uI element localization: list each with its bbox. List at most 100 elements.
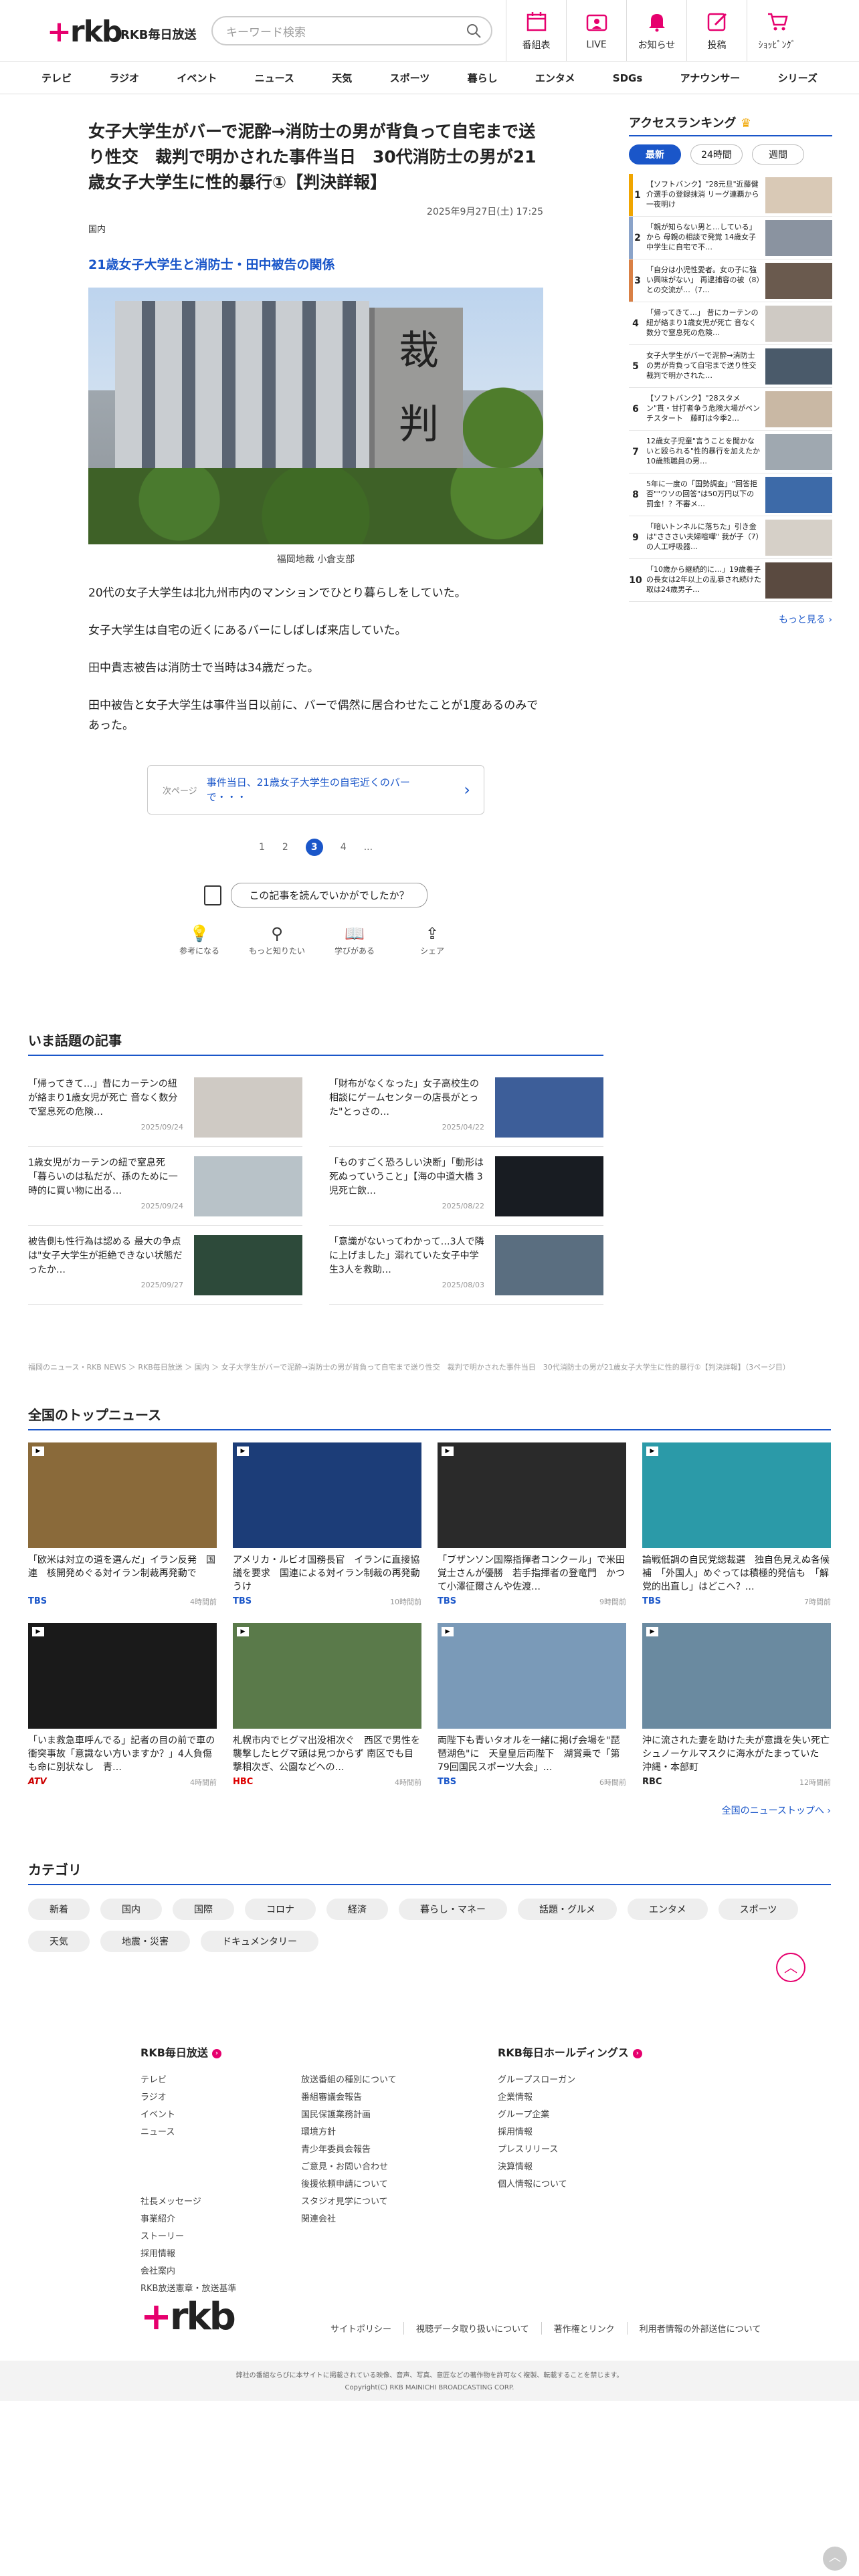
national-news-more-link[interactable]: 全国のニューストップへ › (28, 1804, 831, 1817)
page-link[interactable]: 4 (341, 842, 347, 853)
footer-link[interactable]: ストーリー (140, 2228, 236, 2246)
footer-link[interactable]: ご意見・お問い合わせ (301, 2159, 397, 2176)
footer-link[interactable]: 関連会社 (301, 2211, 397, 2228)
gnav-event[interactable]: イベント (163, 62, 230, 94)
footer-link[interactable]: ラジオ (140, 2089, 236, 2107)
national-news-card[interactable]: ▶ 「いま救急車呼んでる」記者の目の前で車の衝突事故「意識ない方いますか？」4人負… (28, 1623, 217, 1788)
ranking-item[interactable]: 7 12歳女子児童"言うことを聞かないと殴られる"性的暴行を加えたか10歳熊職員の… (629, 431, 832, 473)
gnav-sdgs[interactable]: SDGs (599, 62, 656, 94)
category-chip[interactable]: ドキュメンタリー (201, 1931, 318, 1952)
ranking-tab-24h[interactable]: 24時間 (690, 144, 743, 165)
footer-link[interactable]: グループ企業 (498, 2107, 642, 2124)
brand-name[interactable]: RKB毎日放送 (120, 25, 197, 43)
footer-link[interactable]: 採用情報 (140, 2246, 236, 2263)
trending-item[interactable]: 1歳女児がカーテンの紐で窒息死「暮らいのは私だが、孫のために一時的に買い物に出る… (28, 1147, 302, 1226)
footer-link[interactable]: 後援依頼申請について (301, 2176, 397, 2193)
gnav-series[interactable]: シリーズ (765, 62, 831, 94)
footer-policy-link[interactable]: 著作権とリンク (541, 2322, 627, 2335)
footer-heading[interactable]: RKB毎日ホールディングス › (498, 2044, 642, 2060)
search-input[interactable]: キーワード検索 (211, 16, 492, 45)
trending-item[interactable]: 「意識がないってわかって…3人で隣に上げました」溺れていた女子中学生3人を救助…… (329, 1226, 603, 1305)
category-chip[interactable]: 話題・グルメ (518, 1899, 617, 1920)
national-news-card[interactable]: ▶ 「欧米は対立の道を選んだ」イラン反発 国連 核開発めぐる対イラン制裁再発動で T… (28, 1442, 217, 1607)
breadcrumb[interactable]: 福岡のニュース・RKB NEWS ＞ RKB毎日放送 ＞ 国内 ＞ 女子大学生が… (28, 1362, 831, 1374)
ranking-more-link[interactable]: もっと見る › (629, 613, 832, 626)
category-chip[interactable]: 天気 (28, 1931, 90, 1952)
article-category[interactable]: 国内 (88, 222, 543, 235)
ranking-item[interactable]: 3 「自分は小児性愛者。女の子に強い興味がない」 再逮捕容の被（8）との交流が…（… (629, 259, 832, 302)
scroll-top-icon[interactable]: ︿ (823, 2547, 847, 2571)
page-link[interactable]: 1 (259, 842, 265, 853)
reaction-share[interactable]: ⇪ シェア (403, 922, 461, 956)
reaction-learned[interactable]: 📖 学びがある (326, 922, 383, 956)
category-chip[interactable]: 国際 (173, 1899, 234, 1920)
category-chip[interactable]: スポーツ (718, 1899, 799, 1920)
national-news-card[interactable]: ▶ 「ブザンソン国際指揮者コンクール」で米田覚士さんが優勝 若手指揮者の登竜門 か… (438, 1442, 626, 1607)
national-news-card[interactable]: ▶ 論戦低調の自民党総裁選 独自色見えぬ各候補 「外国人」めぐっては積極的発信も … (642, 1442, 831, 1607)
gnav-radio[interactable]: ラジオ (96, 62, 153, 94)
gnav-tv[interactable]: テレビ (28, 62, 85, 94)
ranking-tab-weekly[interactable]: 週間 (752, 144, 804, 165)
next-page-link[interactable]: 次ページ 事件当日、21歳女子大学生の自宅近くのバーで・・・ › (147, 765, 484, 815)
gnav-life[interactable]: 暮らし (454, 62, 511, 94)
category-chip[interactable]: 地震・災害 (100, 1931, 190, 1952)
page-link[interactable]: 2 (282, 842, 288, 853)
footer-link[interactable]: テレビ (140, 2072, 236, 2089)
trending-item[interactable]: 「ものすごく恐ろしい決断」「動形は死ぬっていうこと」【海の中道大橋 3児死亡飲…… (329, 1147, 603, 1226)
footer-policy-link[interactable]: 利用者情報の外部送信について (626, 2322, 773, 2335)
footer-link[interactable]: 事業紹介 (140, 2211, 236, 2228)
category-chip[interactable]: コロナ (245, 1899, 316, 1920)
footer-link[interactable]: 国民保護業務計画 (301, 2107, 397, 2124)
gnav-weather[interactable]: 天気 (318, 62, 365, 94)
footer-link[interactable]: 放送番組の種別について (301, 2072, 397, 2089)
footer-link[interactable]: 決算情報 (498, 2159, 642, 2176)
footer-link[interactable]: ニュース (140, 2124, 236, 2141)
header-nav-live[interactable]: LIVE (566, 0, 626, 62)
header-nav-schedule[interactable]: 番組表 (506, 0, 566, 62)
footer-policy-link[interactable]: サイトポリシー (318, 2322, 403, 2335)
header-nav-notice[interactable]: お知らせ (626, 0, 686, 62)
footer-link[interactable]: 番組審議会報告 (301, 2089, 397, 2107)
gnav-sports[interactable]: スポーツ (377, 62, 444, 94)
category-chip[interactable]: 暮らし・マネー (399, 1899, 507, 1920)
gnav-news[interactable]: ニュース (242, 62, 308, 94)
footer-link[interactable]: イベント (140, 2107, 236, 2124)
category-chip[interactable]: 国内 (100, 1899, 162, 1920)
ranking-item[interactable]: 4 「帰ってきて…」 昔にカーテンの紐が絡まり1歳女児が死亡 音なく数分で窒息死の… (629, 302, 832, 345)
ranking-item[interactable]: 1 【ソフトバンク】"28元旦"近藤健介選手の登録抹消 リーグ連覇から一夜明け (629, 174, 832, 217)
footer-heading[interactable]: RKB毎日放送 › (140, 2044, 236, 2060)
trending-item[interactable]: 「財布がなくなった」女子高校生の相談にゲームセンターの店長がとった"とっさの… 2… (329, 1068, 603, 1147)
footer-policy-link[interactable]: 視聴データ取り扱いについて (403, 2322, 541, 2335)
category-chip[interactable]: 新着 (28, 1899, 90, 1920)
footer-link[interactable]: スタジオ見学について (301, 2193, 397, 2211)
ranking-tab-latest[interactable]: 最新 (629, 144, 681, 165)
reaction-want-more[interactable]: ⚲ もっと知りたい (248, 922, 306, 956)
trending-item[interactable]: 被告側も性行為は認める 最大の争点は"女子大学生が拒絶できない状態だったか… 20… (28, 1226, 302, 1305)
footer-link[interactable]: 会社案内 (140, 2263, 236, 2280)
footer-link[interactable]: 青少年委員会報告 (301, 2141, 397, 2159)
national-news-card[interactable]: ▶ 両陛下も青いタオルを一緒に掲げ会場を"琵琶湖色"に 天皇皇后両陛下 湖賞乗で「… (438, 1623, 626, 1788)
search-icon[interactable] (466, 23, 482, 39)
ranking-item[interactable]: 10 「10歳から継続的に…」19歳養子の長女は2年以上の乱暴され続けた 取は24… (629, 559, 832, 602)
footer-link[interactable]: 環境方針 (301, 2124, 397, 2141)
site-logo[interactable]: +rkb (47, 15, 122, 49)
gnav-announcer[interactable]: アナウンサー (667, 62, 754, 94)
reaction-helpful[interactable]: 💡 参考になる (171, 922, 228, 956)
ranking-item[interactable]: 2 「親が知らない男と…している」から 母親の相談で発覚 14歳女子中学生に自宅で… (629, 217, 832, 259)
footer-link[interactable]: 個人情報について (498, 2176, 642, 2193)
trending-item[interactable]: 「帰ってきて…」昔にカーテンの紐が絡まり1歳女児が死亡 音なく数分で窒息死の危険… (28, 1068, 302, 1147)
national-news-card[interactable]: ▶ 沖に流された妻を助けた夫が意識を失い死亡 シュノーケルマスクに海水がたまってい… (642, 1623, 831, 1788)
category-chip[interactable]: エンタメ (628, 1899, 708, 1920)
national-news-card[interactable]: ▶ アメリカ・ルビオ国務長官 イランに直接協議を要求 国連による対イラン制裁の再発… (233, 1442, 421, 1607)
ranking-item[interactable]: 5 女子大学生がバーで泥酔→消防士の男が背負って自宅まで送り性交 裁判で明かされた… (629, 345, 832, 388)
category-chip[interactable]: 経済 (326, 1899, 388, 1920)
footer-link[interactable]: グループスローガン (498, 2072, 642, 2089)
footer-logo[interactable]: +rkb (140, 2295, 236, 2339)
header-nav-shopping[interactable]: ｼｮｯﾋﾟﾝｸﾞ (747, 0, 807, 62)
ranking-item[interactable]: 9 「暗いトンネルに落ちた」引き金は"さささい夫婦喧嘩" 我が子（7）の人工呼吸器… (629, 516, 832, 559)
footer-link[interactable]: 社長メッセージ (140, 2193, 236, 2211)
footer-link[interactable]: 企業情報 (498, 2089, 642, 2107)
gnav-entame[interactable]: エンタメ (522, 62, 589, 94)
footer-link[interactable]: 採用情報 (498, 2124, 642, 2141)
header-nav-post[interactable]: 投稿 (686, 0, 747, 62)
